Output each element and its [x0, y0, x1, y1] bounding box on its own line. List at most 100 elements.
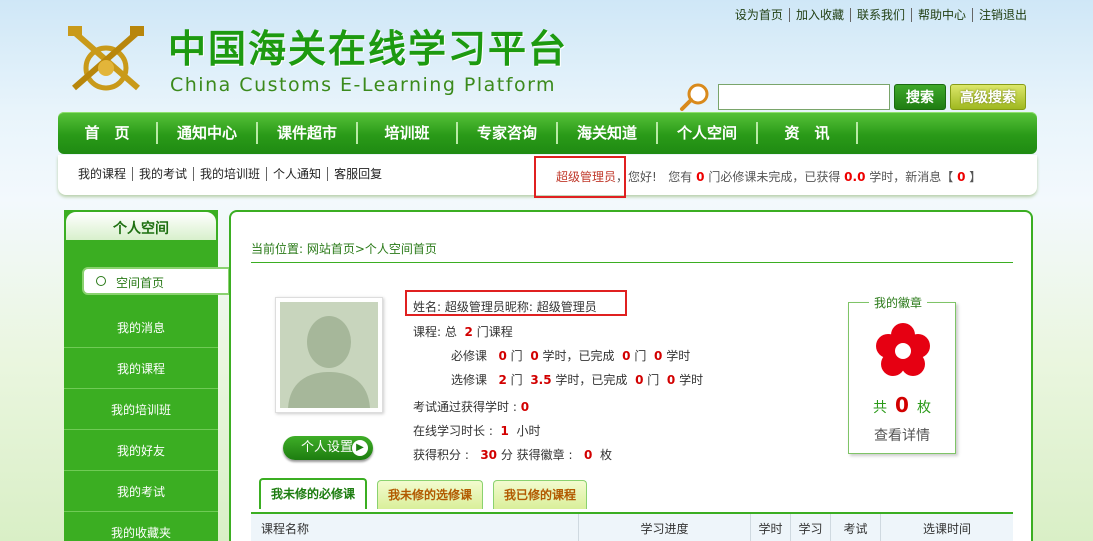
courses-unit: 门课程 [476, 325, 513, 339]
personal-settings-button[interactable]: 个人设置 ▶ [283, 436, 373, 460]
logo-title-en: China Customs E-Learning Platform [170, 74, 557, 96]
elective-done-hours: 0 [666, 373, 676, 387]
sub-nav: 我的课程 我的考试 我的培训班 个人通知 客服回复 超级管理员，您好! 您有 0… [58, 155, 1037, 198]
elective-done: 0 [635, 373, 644, 387]
sub-my-courses[interactable]: 我的课程 [72, 167, 132, 181]
customs-emblem-icon [68, 26, 144, 91]
required-hours: 0 [530, 349, 539, 363]
online-hours: 1 [500, 424, 509, 438]
user-silhouette-icon [280, 302, 378, 408]
sidebar-title: 个人空间 [64, 210, 218, 242]
search-button[interactable]: 搜索 [894, 84, 946, 110]
badges-value: 0 [583, 448, 593, 462]
add-favorite-link[interactable]: 加入收藏 [788, 8, 850, 22]
online-hours-line: 在线学习时长 : 1 小时 [413, 422, 541, 439]
col-course-name: 课程名称 [251, 514, 579, 541]
logo-title-cn: 中国海关在线学习平台 [168, 26, 569, 71]
badges-unit: 枚 [599, 448, 612, 462]
nav-expert-consult[interactable]: 专家咨询 [458, 122, 558, 144]
elective-summary: 选修课 2 门 3.5 学时，已完成 0 门 0 学时 [451, 371, 703, 388]
welcome-text4: 】 [969, 170, 982, 184]
welcome-text3: 学时，新消息【 [869, 170, 954, 184]
sidebar-item-courses[interactable]: 我的课程 [64, 349, 218, 389]
exam-hours-line: 考试通过获得学时 : 0 [413, 398, 529, 415]
earned-hours: 0.0 [844, 170, 866, 184]
highlight-box-name [405, 290, 627, 316]
required-unit1: 门 [510, 349, 523, 363]
tab-finished-courses[interactable]: 我已修的课程 [493, 480, 588, 509]
elective-unit3: 门 [647, 373, 660, 387]
view-details-link[interactable]: 查看详情 [849, 425, 955, 445]
courses-label: 课程: 总 [413, 325, 457, 339]
circle-bullet-icon [96, 276, 106, 286]
sidebar-item-messages[interactable]: 我的消息 [64, 308, 218, 348]
elective-count: 2 [498, 373, 507, 387]
sidebar-item-exams[interactable]: 我的考试 [64, 472, 218, 512]
sub-personal-notice[interactable]: 个人通知 [266, 167, 327, 181]
nav-home[interactable]: 首 页 [58, 122, 158, 144]
badge-suffix: 枚 [916, 400, 931, 416]
required-count: 0 [498, 349, 507, 363]
badge-prefix: 共 [873, 400, 888, 416]
online-unit: 小时 [516, 424, 541, 438]
required-unit3: 门 [634, 349, 647, 363]
magnifier-icon [680, 83, 709, 111]
elective-hours: 3.5 [530, 373, 552, 387]
required-unit2: 学时，已完成 [542, 349, 615, 363]
col-progress: 学习进度 [579, 514, 751, 541]
sub-links: 我的课程 我的考试 我的培训班 个人通知 客服回复 [72, 167, 388, 181]
col-study: 学习 [791, 514, 831, 541]
sub-service-reply[interactable]: 客服回复 [327, 167, 388, 181]
col-exam: 考试 [831, 514, 881, 541]
elective-unit2: 学时，已完成 [555, 373, 628, 387]
nav-training-class[interactable]: 培训班 [358, 122, 458, 144]
exam-label: 考试通过获得学时 : [413, 400, 517, 414]
badge-count: 共0枚 [849, 393, 955, 417]
nav-personal-space[interactable]: 个人空间 [658, 122, 758, 144]
logout-link[interactable]: 注销退出 [971, 8, 1033, 22]
required-done: 0 [622, 349, 631, 363]
course-table-header: 课程名称 学习进度 学时 学习 考试 选课时间 [251, 512, 1013, 541]
nav-customs-know[interactable]: 海关知道 [558, 122, 658, 144]
sidebar-item-favorites[interactable]: 我的收藏夹 [64, 513, 218, 541]
new-message-count[interactable]: 0 [957, 170, 965, 184]
sidebar-item-friends[interactable]: 我的好友 [64, 431, 218, 471]
points-line: 获得积分 : 30 分 获得徽章 : 0 枚 [413, 446, 612, 463]
col-hours: 学时 [751, 514, 791, 541]
main-nav: 首 页 通知中心 课件超市 培训班 专家咨询 海关知道 个人空间 资 讯 [58, 112, 1037, 154]
sidebar-item-training[interactable]: 我的培训班 [64, 390, 218, 430]
search-input[interactable] [718, 84, 890, 110]
tab-unfinished-elective[interactable]: 我未修的选修课 [377, 480, 484, 509]
sub-my-exams[interactable]: 我的考试 [132, 167, 193, 181]
nav-notice-center[interactable]: 通知中心 [158, 122, 258, 144]
tab-unfinished-required[interactable]: 我未修的必修课 [259, 478, 368, 509]
sub-my-training[interactable]: 我的培训班 [193, 167, 266, 181]
required-summary: 必修课 0 门 0 学时，已完成 0 门 0 学时 [451, 347, 690, 364]
advanced-search-button[interactable]: 高级搜索 [950, 84, 1026, 110]
nav-news[interactable]: 资 讯 [758, 122, 858, 144]
elective-unit4: 学时 [679, 373, 704, 387]
avatar [275, 297, 383, 413]
badge-count-value: 0 [895, 393, 909, 417]
contact-us-link[interactable]: 联系我们 [849, 8, 911, 22]
breadcrumb: 当前位置: 网站首页>个人空间首页 [251, 242, 437, 256]
set-homepage-link[interactable]: 设为首页 [729, 8, 789, 22]
breadcrumb-divider [251, 262, 1013, 263]
points-label: 获得积分 : [413, 448, 469, 462]
sidebar-item-space-home[interactable]: 空间首页 [82, 267, 230, 295]
sidebar: 个人空间 我的消息 我的课程 我的培训班 我的好友 我的考试 我的收藏夹 [64, 210, 218, 541]
sidebar-item-label: 空间首页 [116, 276, 165, 290]
nav-courseware-market[interactable]: 课件超市 [258, 122, 358, 144]
required-unfinished-count: 0 [696, 170, 705, 184]
welcome-text2: 门必修课未完成，已获得 [708, 170, 841, 184]
highlight-box-username [534, 156, 626, 198]
col-select-time: 选课时间 [922, 522, 971, 536]
arrow-right-icon: ▶ [352, 440, 368, 456]
badge-panel: 我的徽章 共0枚 查看详情 [848, 294, 956, 454]
points-value: 30 [480, 448, 498, 462]
help-center-link[interactable]: 帮助中心 [910, 8, 972, 22]
settings-label: 个人设置 [301, 440, 354, 455]
elective-label: 选修课 [451, 373, 488, 387]
elective-unit1: 门 [510, 373, 523, 387]
online-label: 在线学习时长 : [413, 424, 493, 438]
